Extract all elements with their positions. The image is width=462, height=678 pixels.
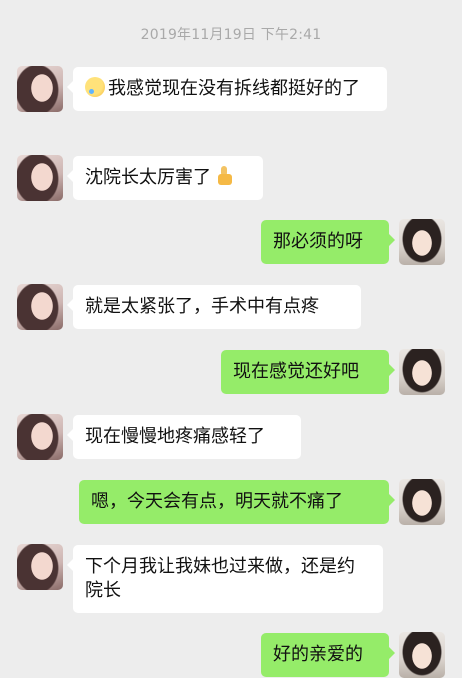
message-timestamp: 2019年11月19日 下午2:41: [140, 27, 322, 43]
message-text: 沈院长太厉害了: [85, 167, 211, 188]
self-avatar[interactable]: [399, 479, 445, 525]
message-text: 我感觉现在没有拆线都挺好的了: [108, 78, 360, 99]
chat-window: 2019年11月19日 下午2:41 我感觉现在没有拆线都挺好的了 沈院长太厉害…: [0, 0, 462, 678]
message-bubble-outgoing[interactable]: 好的亲爱的: [261, 633, 395, 677]
self-avatar[interactable]: [399, 632, 445, 678]
crying-laughing-emoji-icon: [85, 77, 105, 97]
message-bubble-incoming[interactable]: 我感觉现在没有拆线都挺好的了: [67, 67, 387, 111]
message-bubble-incoming[interactable]: 沈院长太厉害了: [67, 156, 263, 200]
contact-avatar[interactable]: [17, 66, 63, 112]
message-text: 就是太紧张了，手术中有点疼: [85, 296, 319, 317]
message-bubble-incoming[interactable]: 现在慢慢地疼痛感轻了: [67, 415, 301, 459]
message-text: 下个月我让我妹也过来做，还是约院长: [85, 556, 355, 601]
contact-avatar[interactable]: [17, 155, 63, 201]
message-text: 现在慢慢地疼痛感轻了: [85, 426, 265, 447]
message-bubble-incoming[interactable]: 下个月我让我妹也过来做，还是约院长: [67, 545, 383, 613]
self-avatar[interactable]: [399, 349, 445, 395]
contact-avatar[interactable]: [17, 284, 63, 330]
contact-avatar[interactable]: [17, 544, 63, 590]
message-text: 嗯，今天会有点，明天就不痛了: [91, 491, 343, 512]
message-bubble-incoming[interactable]: 就是太紧张了，手术中有点疼: [67, 285, 361, 329]
message-bubble-outgoing[interactable]: 现在感觉还好吧: [221, 350, 395, 394]
thumbs-up-emoji-icon: [214, 166, 234, 186]
message-bubble-outgoing[interactable]: 嗯，今天会有点，明天就不痛了: [79, 480, 395, 524]
message-bubble-outgoing[interactable]: 那必须的呀: [261, 220, 395, 264]
self-avatar[interactable]: [399, 219, 445, 265]
message-text: 现在感觉还好吧: [233, 361, 359, 382]
message-text: 那必须的呀: [273, 231, 363, 252]
contact-avatar[interactable]: [17, 414, 63, 460]
message-text: 好的亲爱的: [273, 644, 363, 665]
